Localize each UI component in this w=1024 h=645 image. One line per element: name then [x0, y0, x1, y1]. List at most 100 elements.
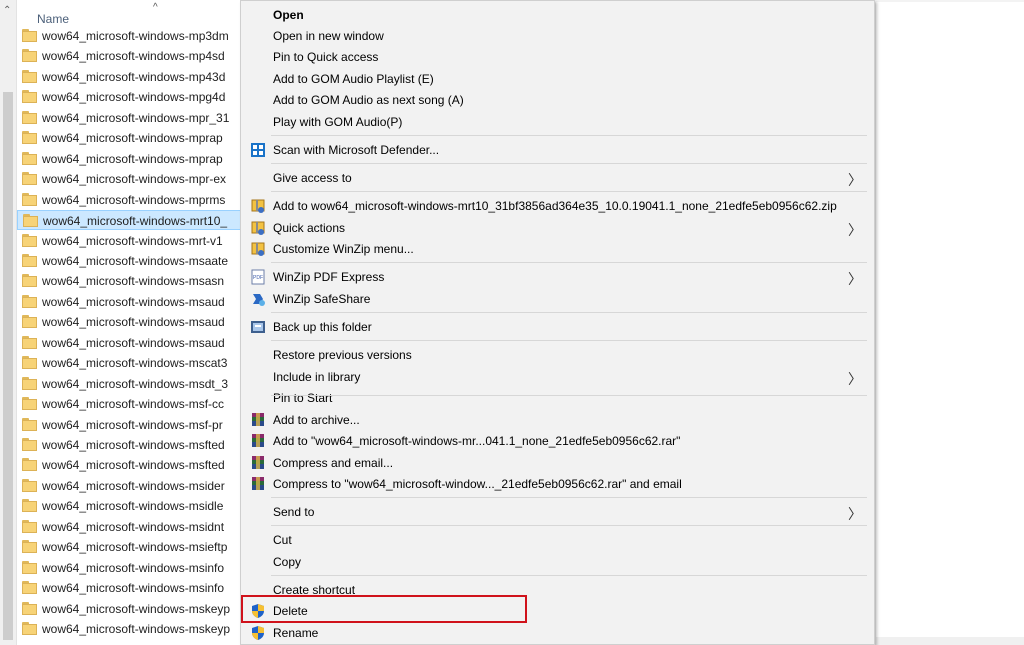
folder-row[interactable]: wow64_microsoft-windows-mp43d [17, 67, 247, 87]
folder-row[interactable]: wow64_microsoft-windows-msaud [17, 333, 247, 353]
menu-item-open-in-new-window[interactable]: Open in new window [241, 25, 874, 46]
folder-icon [22, 581, 37, 594]
folder-row[interactable]: wow64_microsoft-windows-msasn [17, 271, 247, 291]
folder-name: wow64_microsoft-windows-mp3dm [42, 29, 229, 43]
menu-item-open[interactable]: Open [241, 4, 874, 25]
folder-row[interactable]: wow64_microsoft-windows-msaud [17, 312, 247, 332]
folder-row[interactable]: wow64_microsoft-windows-msider [17, 476, 247, 496]
folder-name: wow64_microsoft-windows-msinfo [42, 561, 225, 575]
folder-icon [22, 172, 37, 185]
winrar-icon [250, 412, 266, 428]
menu-item-label: Open in new window [273, 29, 384, 43]
submenu-arrow-icon: 〉 [848, 222, 862, 238]
menu-item-add-to-gom-audio-playlist-e[interactable]: Add to GOM Audio Playlist (E) [241, 68, 874, 89]
folder-row[interactable]: wow64_microsoft-windows-mprap [17, 149, 247, 169]
menu-item-scan-with-microsoft-defender[interactable]: Scan with Microsoft Defender... [241, 139, 874, 160]
sort-ascending-icon: ^ [153, 2, 158, 13]
folder-row[interactable]: wow64_microsoft-windows-msaud [17, 292, 247, 312]
folder-row[interactable]: wow64_microsoft-windows-msaate [17, 251, 247, 271]
menu-item-add-to-wow64-microsoft-windows-mrt10-31b[interactable]: Add to wow64_microsoft-windows-mrt10_31b… [241, 195, 874, 216]
folder-name: wow64_microsoft-windows-msinfo [42, 581, 225, 595]
folder-row[interactable]: wow64_microsoft-windows-mpg4d [17, 87, 247, 107]
winzip-icon [250, 241, 266, 257]
menu-item-add-to-gom-audio-as-next-song-a[interactable]: Add to GOM Audio as next song (A) [241, 89, 874, 110]
menu-item-pin-to-quick-access[interactable]: Pin to Quick access [241, 46, 874, 67]
menu-separator [271, 163, 867, 164]
menu-item-customize-winzip-menu[interactable]: Customize WinZip menu... [241, 238, 874, 259]
menu-item-add-to-archive[interactable]: Add to archive... [241, 409, 874, 430]
delete-highlight-box [241, 595, 527, 623]
folder-icon [22, 90, 37, 103]
folder-row[interactable]: wow64_microsoft-windows-mpr-ex [17, 169, 247, 189]
menu-item-label: Pin to Start [273, 391, 333, 405]
folder-row[interactable]: wow64_microsoft-windows-msdt_3 [17, 374, 247, 394]
menu-item-quick-actions[interactable]: Quick actions 〉 [241, 217, 874, 238]
folder-row[interactable]: wow64_microsoft-windows-mskeyp [17, 599, 247, 619]
blank-pane [875, 0, 1024, 645]
column-header-name[interactable]: Name [37, 12, 69, 26]
menu-separator [271, 525, 867, 526]
menu-item-cut[interactable]: Cut [241, 529, 874, 550]
folder-row[interactable]: wow64_microsoft-windows-msf-pr [17, 415, 247, 435]
folder-row[interactable]: wow64_microsoft-windows-mprms [17, 190, 247, 210]
context-menu: Open Open in new window Pin to Quick acces… [240, 0, 875, 645]
menu-item-label: Play with GOM Audio(P) [273, 115, 403, 129]
menu-separator [271, 312, 867, 313]
folder-row[interactable]: wow64_microsoft-windows-mprap [17, 128, 247, 148]
folder-row[interactable]: wow64_microsoft-windows-mpr_31 [17, 108, 247, 128]
folder-row[interactable]: wow64_microsoft-windows-mskeyp [17, 619, 247, 639]
horizontal-scrollbar[interactable] [875, 637, 1024, 645]
menu-item-compress-and-email[interactable]: Compress and email... [241, 452, 874, 473]
folder-name: wow64_microsoft-windows-msaud [42, 295, 225, 309]
scroll-up-arrow-icon[interactable]: ⌃ [3, 6, 13, 16]
menu-item-play-with-gom-audio-p[interactable]: Play with GOM Audio(P) [241, 111, 874, 132]
menu-item-copy[interactable]: Copy [241, 551, 874, 572]
menu-separator [271, 395, 867, 396]
menu-item-label: Add to GOM Audio as next song (A) [273, 93, 464, 107]
folder-row[interactable]: wow64_microsoft-windows-msieftp [17, 537, 247, 557]
folder-row[interactable]: wow64_microsoft-windows-msf-cc [17, 394, 247, 414]
winzip-icon [250, 198, 266, 214]
menu-item-give-access-to[interactable]: Give access to 〉 [241, 167, 874, 188]
folder-row[interactable]: wow64_microsoft-windows-msfted [17, 435, 247, 455]
menu-separator [271, 262, 867, 263]
menu-item-winzip-safeshare[interactable]: WinZip SafeShare [241, 288, 874, 309]
folder-row[interactable]: wow64_microsoft-windows-msinfo [17, 558, 247, 578]
folder-row[interactable]: wow64_microsoft-windows-mp3dm [17, 26, 247, 46]
menu-item-label: Pin to Quick access [273, 50, 379, 64]
menu-item-include-in-library[interactable]: Include in library 〉 [241, 366, 874, 387]
folder-name: wow64_microsoft-windows-mp43d [42, 70, 226, 84]
folder-name: wow64_microsoft-windows-msaud [42, 336, 225, 350]
menu-item-label: Add to archive... [273, 413, 360, 427]
folder-name: wow64_microsoft-windows-mprap [42, 131, 223, 145]
menu-item-compress-to-wow64-microsoft-window-21edf[interactable]: Compress to "wow64_microsoft-window..._2… [241, 473, 874, 494]
menu-item-add-to-wow64-microsoft-windows-mr-041-1-[interactable]: Add to "wow64_microsoft-windows-mr...041… [241, 430, 874, 451]
folder-name: wow64_microsoft-windows-mrt-v1 [42, 234, 223, 248]
menu-item-rename[interactable]: Rename [241, 622, 874, 643]
menu-item-send-to[interactable]: Send to 〉 [241, 501, 874, 522]
folder-name: wow64_microsoft-windows-mpg4d [42, 90, 226, 104]
menu-item-winzip-pdf-express[interactable]: PDF WinZip PDF Express 〉 [241, 266, 874, 287]
menu-item-label: Quick actions [273, 221, 346, 235]
scrollbar-thumb[interactable] [3, 92, 13, 640]
folder-row[interactable]: wow64_microsoft-windows-msinfo [17, 578, 247, 598]
folder-row[interactable]: wow64_microsoft-windows-mrt-v1 [17, 231, 247, 251]
menu-item-restore-previous-versions[interactable]: Restore previous versions [241, 344, 874, 365]
folder-icon [22, 274, 37, 287]
menu-item-back-up-this-folder[interactable]: Back up this folder [241, 316, 874, 337]
submenu-arrow-icon: 〉 [848, 371, 862, 387]
folder-row[interactable]: wow64_microsoft-windows-msidnt [17, 517, 247, 537]
folder-icon [22, 540, 37, 553]
folder-icon [22, 499, 37, 512]
folder-row-selected[interactable]: wow64_microsoft-windows-mrt10_ [17, 210, 247, 230]
folder-name: wow64_microsoft-windows-mskeyp [42, 622, 231, 636]
folder-icon [22, 602, 37, 615]
folder-row[interactable]: wow64_microsoft-windows-mp4sd [17, 46, 247, 66]
menu-separator [271, 340, 867, 341]
vertical-scrollbar[interactable]: ⌃ [0, 0, 17, 645]
folder-row[interactable]: wow64_microsoft-windows-mscat3 [17, 353, 247, 373]
folder-name: wow64_microsoft-windows-msider [42, 479, 225, 493]
folder-row[interactable]: wow64_microsoft-windows-msidle [17, 496, 247, 516]
menu-item-pin-to-start[interactable]: Pin to Start [241, 387, 874, 408]
folder-row[interactable]: wow64_microsoft-windows-msfted [17, 455, 247, 475]
